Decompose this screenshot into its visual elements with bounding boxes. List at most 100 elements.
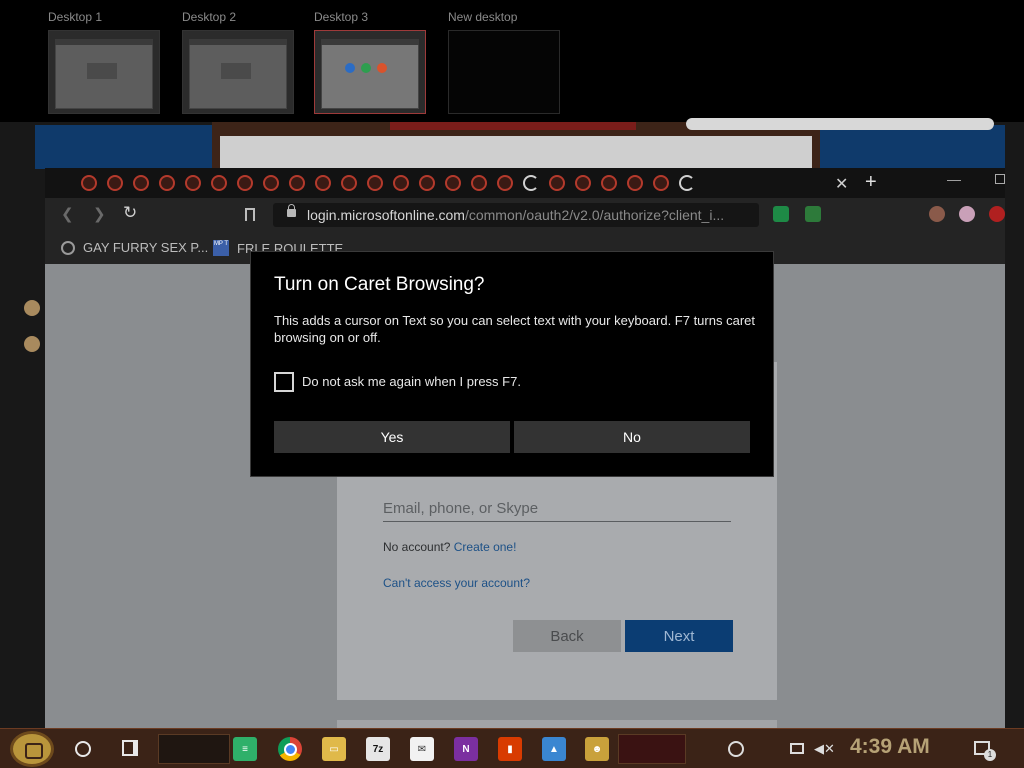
tab-favicon[interactable] [575,175,591,191]
desktop-2-thumbnail[interactable] [182,30,294,114]
do-not-ask-label[interactable]: Do not ask me again when I press F7. [302,374,521,389]
globe-icon [61,240,75,255]
extension-red-icon[interactable] [989,206,1005,222]
taskbar-slot [618,734,686,764]
email-field[interactable] [383,496,731,522]
new-tab-icon[interactable]: + [865,171,877,194]
caret-browsing-dialog: Turn on Caret Browsing? This adds a curs… [250,251,774,477]
file-explorer-icon[interactable]: ▭ [322,737,346,761]
tab-favicon[interactable] [289,175,305,191]
lock-icon [287,204,296,217]
new-desktop-thumbnail[interactable] [448,30,560,114]
onenote-icon[interactable]: N [454,737,478,761]
card-footer [337,720,777,728]
tab-favicon[interactable] [471,175,487,191]
loading-spinner-icon[interactable] [523,175,539,191]
tab-favicon[interactable] [159,175,175,191]
loading-spinner-icon[interactable] [679,175,695,191]
mp-icon: MP T [213,240,229,256]
start-button[interactable] [10,731,54,767]
widget-icon [24,336,40,352]
tab-favicon[interactable] [627,175,643,191]
desktop-1-thumbnail[interactable] [48,30,160,114]
extensions [773,206,821,222]
desktop-3-thumbnail[interactable] [314,30,426,114]
extension-shield-icon[interactable] [805,206,821,222]
reload-icon[interactable]: ↻ [123,203,137,223]
background-pill [686,118,994,130]
tab-favicon[interactable] [263,175,279,191]
clock[interactable]: 4:39 AM [850,735,930,759]
dialog-title: Turn on Caret Browsing? [274,274,485,295]
url-path: /common/oauth2/v2.0/authorize?client_i..… [464,207,725,223]
taskbar-slot [158,734,230,764]
dialog-body: This adds a cursor on Text so you can se… [274,313,755,345]
extension-green-icon[interactable] [773,206,789,222]
tab-favicon[interactable] [497,175,513,191]
tab-favicon[interactable] [81,175,97,191]
desktop-3-label: Desktop 3 [314,10,369,24]
minimize-icon[interactable]: — [947,171,961,187]
tab-favicon[interactable] [445,175,461,191]
yes-button[interactable]: Yes [274,421,510,453]
tab-favicon[interactable] [315,175,331,191]
url-text[interactable]: login.microsoftonline.com/common/oauth2/… [307,207,724,223]
tab-favicon[interactable] [133,175,149,191]
desktop-widgets [24,300,46,420]
bookmark-label: GAY FURRY SEX P... [83,240,209,255]
background-ribbon [390,122,636,130]
forward-arrow-icon[interactable]: ❯ [93,205,106,223]
task-view-icon[interactable] [122,740,138,756]
taskbar: ≡ ▭ 7z ✉ N ▮ ▲ ☻ ◀✕ 4:39 AM 1 [0,728,1024,768]
do-not-ask-checkbox[interactable] [274,372,294,392]
profile-area [929,206,1005,222]
tab-favicon[interactable] [341,175,357,191]
tab-strip: ✕ + — [45,168,1005,198]
profile-flag-icon[interactable] [959,206,975,222]
back-arrow-icon[interactable]: ❮ [61,205,74,223]
network-icon[interactable] [790,743,804,754]
tab-favicon[interactable] [185,175,201,191]
new-desktop-label: New desktop [448,10,518,24]
no-button[interactable]: No [514,421,750,453]
office-icon[interactable]: ▮ [498,737,522,761]
volume-muted-icon[interactable]: ◀✕ [814,741,835,757]
people-icon[interactable] [728,741,744,757]
bookmark-icon[interactable] [245,208,255,221]
avatar[interactable] [929,206,945,222]
no-account-row: No account? Create one! [383,540,516,554]
screen: Desktop 1 Desktop 2 Desktop 3 New deskto… [0,0,1024,768]
mail-icon[interactable]: ✉ [410,737,434,761]
create-account-link[interactable]: Create one! [454,540,517,554]
7zip-icon[interactable]: 7z [366,737,390,761]
photos-icon[interactable]: ▲ [542,737,566,761]
task-view-desktops: Desktop 1 Desktop 2 Desktop 3 New deskto… [0,0,1024,122]
notes-app-icon[interactable]: ≡ [233,737,257,761]
background-panel [220,136,812,168]
tab-favicon[interactable] [549,175,565,191]
tab-favicon[interactable] [107,175,123,191]
tab-favicon[interactable] [601,175,617,191]
browser-toolbar: ❮ ❯ ↻ login.microsoftonline.com/common/o… [45,198,1005,232]
game-icon[interactable]: ☻ [585,737,609,761]
cortana-icon[interactable] [75,741,91,757]
desktop-2-label: Desktop 2 [182,10,237,24]
tab-list [81,175,695,191]
url-host: login.microsoftonline.com [307,207,465,223]
cant-access-link[interactable]: Can't access your account? [383,576,530,590]
close-tab-icon[interactable]: ✕ [835,174,848,194]
tab-favicon[interactable] [237,175,253,191]
address-bar[interactable]: login.microsoftonline.com/common/oauth2/… [273,203,759,227]
tab-favicon[interactable] [211,175,227,191]
tab-favicon[interactable] [419,175,435,191]
maximize-icon[interactable] [995,174,1005,184]
bookmark-item[interactable]: GAY FURRY SEX P... [61,240,208,255]
desktop-1-label: Desktop 1 [48,10,103,24]
tab-favicon[interactable] [393,175,409,191]
no-account-text: No account? [383,540,451,554]
back-button[interactable]: Back [513,620,621,652]
google-chrome-icon[interactable] [278,737,302,761]
next-button[interactable]: Next [625,620,733,652]
tab-favicon[interactable] [653,175,669,191]
tab-favicon[interactable] [367,175,383,191]
